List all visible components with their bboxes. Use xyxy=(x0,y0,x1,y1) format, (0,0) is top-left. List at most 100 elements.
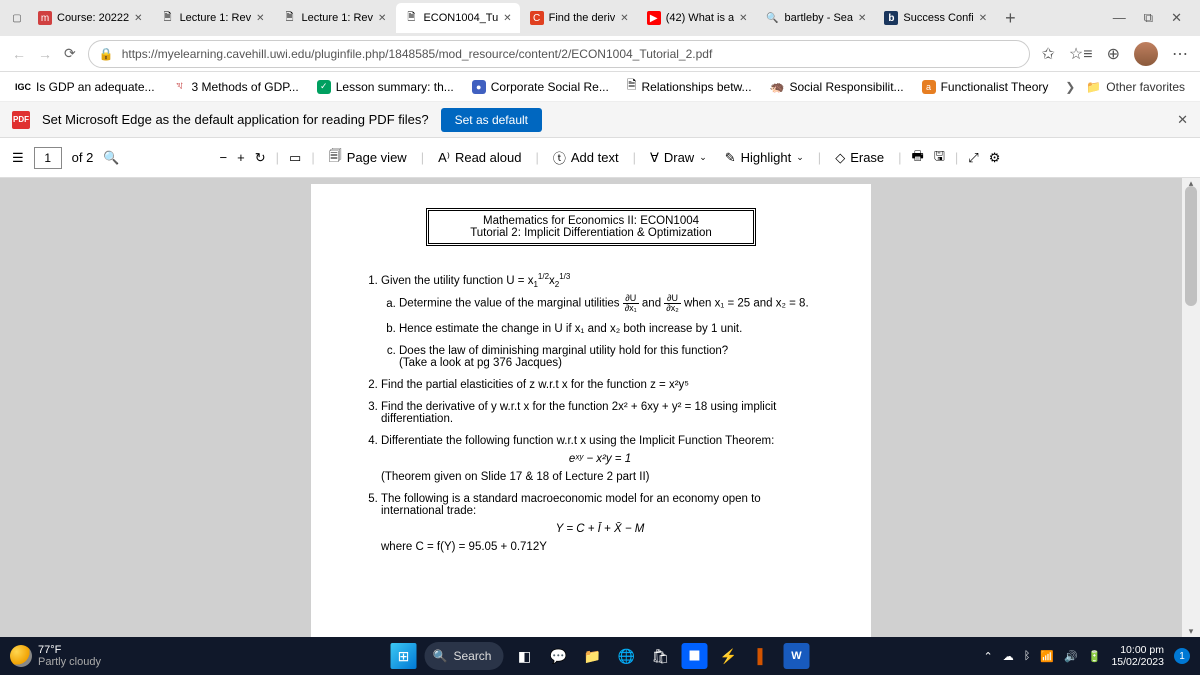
forward-button[interactable]: → xyxy=(38,46,52,62)
page-view-button[interactable]: 🗐Page view xyxy=(325,144,411,172)
system-tray: ⌃ ☁ ᛒ 📶 🔊 🔋 10:00 pm15/02/2023 1 xyxy=(984,644,1191,668)
close-icon[interactable]: ✕ xyxy=(858,13,866,24)
pdf-icon: PDF xyxy=(12,111,30,129)
pdf-viewport: Mathematics for Economics II: ECON1004 T… xyxy=(0,178,1182,637)
taskbar-center: ⊞ 🔍Search ◧ 💬 📁 🌐 🛍 ⯀ ⚡ ▌ W xyxy=(391,642,810,670)
explorer-icon[interactable]: 📁 xyxy=(579,643,605,669)
draw-button[interactable]: ∀Draw⌄ xyxy=(646,147,711,169)
tab-7[interactable]: bSuccess Confi✕ xyxy=(876,3,995,33)
bookmark-item[interactable]: ●Corporate Social Re... xyxy=(465,78,616,96)
close-icon[interactable]: ✕ xyxy=(503,13,511,24)
collections-icon[interactable]: ⊕ xyxy=(1107,44,1120,64)
banner-text: Set Microsoft Edge as the default applic… xyxy=(42,112,429,127)
scroll-down-icon[interactable]: ▾ xyxy=(1182,626,1200,637)
profile-avatar[interactable] xyxy=(1134,42,1158,66)
minimize-button[interactable]: — xyxy=(1113,10,1126,26)
tab-3[interactable]: 🗎ECON1004_Tu✕ xyxy=(396,3,519,33)
question-5: The following is a standard macroeconomi… xyxy=(381,493,819,553)
rotate-icon[interactable]: ↻ xyxy=(255,150,266,166)
bookmark-item[interactable]: IGCIs GDP an adequate... xyxy=(8,78,162,96)
bookmark-item[interactable]: 🦔Social Responsibilit... xyxy=(763,78,911,96)
windows-taskbar: 77°FPartly cloudy ⊞ 🔍Search ◧ 💬 📁 🌐 🛍 ⯀ … xyxy=(0,637,1200,675)
banner-close-icon[interactable]: ✕ xyxy=(1177,112,1188,128)
pdf-page: Mathematics for Economics II: ECON1004 T… xyxy=(311,184,871,637)
browser-tab-strip: ▢ mCourse: 20222✕ 🗎Lecture 1: Rev✕ 🗎Lect… xyxy=(0,0,1200,36)
settings-icon[interactable]: ⚙ xyxy=(989,150,1001,166)
read-aloud-button[interactable]: A⁾Read aloud xyxy=(434,147,525,169)
edge-icon[interactable]: 🌐 xyxy=(613,643,639,669)
menu-button[interactable]: ⋯ xyxy=(1172,44,1188,64)
bookmark-item[interactable]: 🗎Relationships betw... xyxy=(620,74,759,99)
weather-widget[interactable]: 77°FPartly cloudy xyxy=(10,644,101,668)
bookmark-item[interactable]: aFunctionalist Theory xyxy=(915,78,1056,96)
taskbar-clock[interactable]: 10:00 pm15/02/2023 xyxy=(1111,644,1164,668)
favorites-icon[interactable]: ☆≡ xyxy=(1069,44,1093,64)
zoom-in-button[interactable]: + xyxy=(237,150,245,165)
url-bar: ← → ⟳ 🔒 https://myelearning.cavehill.uwi… xyxy=(0,36,1200,72)
close-icon[interactable]: ✕ xyxy=(739,13,747,24)
new-tab-button[interactable]: + xyxy=(997,8,1024,29)
onedrive-icon[interactable]: ☁ xyxy=(1003,650,1014,663)
set-default-button[interactable]: Set as default xyxy=(441,108,542,132)
chevron-up-icon[interactable]: ⌃ xyxy=(984,650,993,663)
bluetooth-icon[interactable]: ᛒ xyxy=(1024,650,1031,662)
weather-icon xyxy=(10,645,32,667)
store-icon[interactable]: 🛍 xyxy=(647,643,673,669)
dropbox-icon[interactable]: ⯀ xyxy=(681,643,707,669)
search-icon[interactable]: 🔍 xyxy=(103,150,119,166)
app-icon[interactable]: ▌ xyxy=(749,643,775,669)
notification-badge[interactable]: 1 xyxy=(1174,648,1190,664)
add-text-button[interactable]: ⓣAdd text xyxy=(549,145,623,170)
erase-button[interactable]: ◇Erase xyxy=(831,147,888,169)
address-field[interactable]: 🔒 https://myelearning.cavehill.uwi.edu/p… xyxy=(88,40,1030,68)
tab-1[interactable]: 🗎Lecture 1: Rev✕ xyxy=(153,3,273,33)
url-text: https://myelearning.cavehill.uwi.edu/plu… xyxy=(122,47,713,61)
print-icon[interactable]: 🖶 xyxy=(912,147,924,169)
pdf-toolbar: ☰ of 2 🔍 − + ↻ | ▭ | 🗐Page view | A⁾Read… xyxy=(0,138,1200,178)
window-controls: — ⧉ ✕ xyxy=(1113,10,1196,26)
tab-4[interactable]: CFind the deriv✕ xyxy=(522,3,637,33)
refresh-button[interactable]: ⟳ xyxy=(64,45,76,62)
bookmark-item[interactable]: খ3 Methods of GDP... xyxy=(166,78,306,96)
scroll-thumb[interactable] xyxy=(1185,186,1197,306)
taskbar-search[interactable]: 🔍Search xyxy=(425,642,504,670)
volume-icon[interactable]: 🔊 xyxy=(1064,650,1078,663)
page-number-input[interactable] xyxy=(34,147,62,169)
maximize-button[interactable]: ⧉ xyxy=(1144,10,1153,26)
task-view-icon[interactable]: ◧ xyxy=(511,643,537,669)
question-4: Differentiate the following function w.r… xyxy=(381,435,819,483)
chat-icon[interactable]: 💬 xyxy=(545,643,571,669)
save-icon[interactable]: 🖫 xyxy=(934,147,945,169)
fit-icon[interactable]: ▭ xyxy=(289,150,301,166)
tab-overview-icon[interactable]: ▢ xyxy=(10,11,24,25)
tab-0[interactable]: mCourse: 20222✕ xyxy=(30,3,151,33)
tab-6[interactable]: 🔍bartleby - Sea✕ xyxy=(758,3,875,33)
battery-icon[interactable]: 🔋 xyxy=(1088,650,1102,663)
doc-title-box: Mathematics for Economics II: ECON1004 T… xyxy=(426,208,756,246)
lock-icon: 🔒 xyxy=(99,47,114,61)
overflow-chevron-icon[interactable]: ❯ xyxy=(1065,80,1075,94)
zoom-out-button[interactable]: − xyxy=(220,150,228,165)
vertical-scrollbar[interactable]: ▴ ▾ xyxy=(1182,178,1200,637)
close-icon[interactable]: ✕ xyxy=(378,13,386,24)
bookmarks-bar: IGCIs GDP an adequate... খ3 Methods of G… xyxy=(0,72,1200,102)
other-favorites[interactable]: 📁Other favorites xyxy=(1079,78,1192,96)
tab-2[interactable]: 🗎Lecture 1: Rev✕ xyxy=(275,3,395,33)
search-icon: 🔍 xyxy=(433,649,448,663)
close-icon[interactable]: ✕ xyxy=(979,13,987,24)
close-icon[interactable]: ✕ xyxy=(134,13,142,24)
app-icon[interactable]: ⚡ xyxy=(715,643,741,669)
star-icon[interactable]: ✩ xyxy=(1042,44,1055,64)
word-icon[interactable]: W xyxy=(783,643,809,669)
close-button[interactable]: ✕ xyxy=(1171,10,1182,26)
back-button[interactable]: ← xyxy=(12,46,26,62)
close-icon[interactable]: ✕ xyxy=(620,13,628,24)
wifi-icon[interactable]: 📶 xyxy=(1040,650,1054,663)
highlight-button[interactable]: ✎Highlight⌄ xyxy=(721,147,808,169)
tab-5[interactable]: ▶(42) What is a✕ xyxy=(639,3,756,33)
bookmark-item[interactable]: ✓Lesson summary: th... xyxy=(310,78,461,96)
fullscreen-icon[interactable]: ⤢ xyxy=(968,150,978,166)
contents-icon[interactable]: ☰ xyxy=(12,150,24,166)
close-icon[interactable]: ✕ xyxy=(256,13,264,24)
start-button[interactable]: ⊞ xyxy=(391,643,417,669)
